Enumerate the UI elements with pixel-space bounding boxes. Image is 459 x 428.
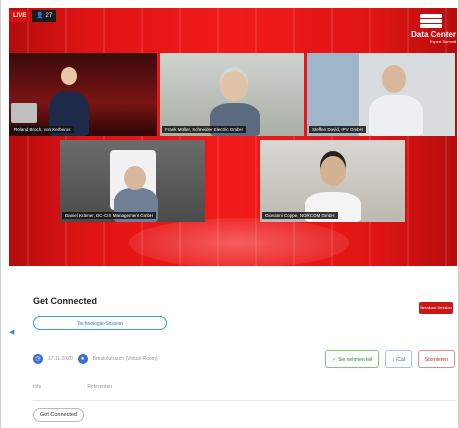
tabs-divider — [33, 400, 457, 401]
viewer-count: 👤 27 — [32, 10, 57, 22]
ical-button-label: iCal — [396, 357, 405, 363]
logo-title: Data Center — [411, 30, 456, 39]
download-icon: ↓ — [392, 357, 395, 363]
ical-button[interactable]: ↓ iCal — [385, 350, 412, 368]
participant-name: Roland Broch, von Kerberos — [11, 126, 74, 133]
session-location: Breakoutraum (Virtual Room) — [92, 356, 158, 362]
video-tile[interactable]: Giovanni Coppe, NORCOM GmbH — [260, 140, 405, 222]
participant-name: Steffen Dovid, IPV GmbH — [309, 126, 366, 133]
session-tabs: Info Referenten — [33, 384, 112, 390]
location-pin-icon: ● — [77, 354, 88, 364]
video-tile[interactable]: Roland Broch, von Kerberos — [9, 53, 157, 136]
video-tile[interactable]: Frank Müller, Schneider Electric GmbH — [160, 53, 304, 136]
live-badge: LIVE — [9, 10, 31, 22]
cancel-button[interactable]: Stornieren — [417, 350, 455, 368]
live-indicator: LIVE 👤 27 — [9, 10, 57, 22]
collapse-arrow-icon[interactable]: ◀ — [9, 328, 14, 336]
user-icon: 👤 — [36, 13, 44, 19]
session-actions: ✓ Sie nehmen teil ↓ iCal Stornieren — [325, 350, 455, 368]
background-glow — [129, 218, 349, 266]
participant-name: Daniel Krämer, DC-CIX Management GmbH — [62, 212, 157, 219]
logo-subtitle: Expert Summit — [429, 39, 456, 44]
breakout-session-badge[interactable]: Breakout Session — [419, 302, 453, 314]
session-category-button[interactable]: Technologie-Session — [33, 316, 167, 330]
clock-icon: ◷ — [33, 354, 43, 364]
session-info: ◷ 17.11.2020 ● Breakoutraum (Virtual Roo… — [33, 354, 158, 364]
session-title: Get Connected — [33, 296, 98, 306]
viewer-count-value: 27 — [45, 13, 53, 19]
server-stack-icon — [400, 14, 442, 28]
video-tile[interactable]: Steffen Dovid, IPV GmbH — [307, 53, 455, 136]
participant-name: Frank Müller, Schneider Electric GmbH — [162, 126, 246, 133]
session-chip[interactable]: Get Connected — [33, 408, 84, 422]
attending-button-label: Sie nehmen teil — [337, 357, 373, 363]
session-date: 17.11.2020 — [48, 356, 73, 362]
session-panel: Get Connected Technologie-Session Breako… — [9, 266, 457, 428]
check-icon: ✓ — [332, 357, 337, 363]
attending-button[interactable]: ✓ Sie nehmen teil — [325, 350, 380, 368]
tab-info[interactable]: Info — [33, 384, 41, 390]
tab-speakers[interactable]: Referenten — [87, 384, 112, 390]
participant-name: Giovanni Coppe, NORCOM GmbH — [262, 212, 338, 219]
video-stage — [9, 8, 457, 266]
video-tile[interactable]: Daniel Krämer, DC-CIX Management GmbH — [60, 140, 205, 222]
